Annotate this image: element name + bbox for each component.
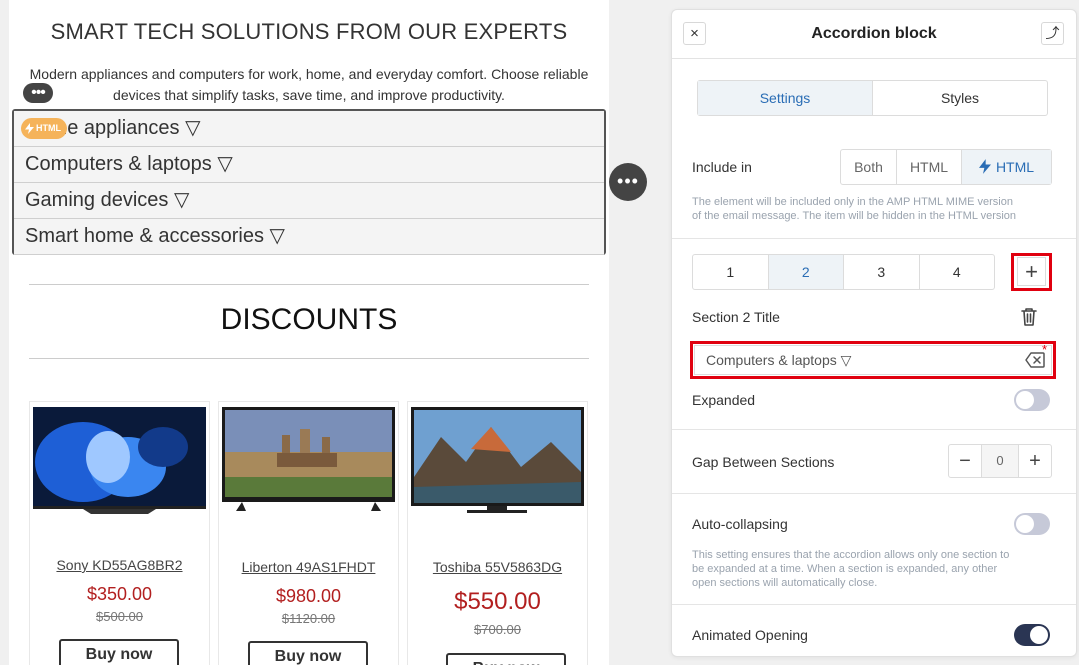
divider [29,358,589,359]
section-title-input[interactable] [694,345,1052,375]
product-card: Toshiba 55V5863DG $550.00 $700.00 Buy no… [407,401,588,665]
accordion-item[interactable]: Computers & laptops ▽ [14,147,604,183]
animated-opening-toggle[interactable] [1014,624,1050,646]
section-divider [672,493,1076,494]
expanded-label: Expanded [692,392,756,408]
product-old-price: $1120.00 [281,611,336,626]
product-price: $980.00 [275,586,342,606]
trash-icon[interactable] [1018,306,1040,328]
buy-now-button[interactable]: Buy now [446,653,566,665]
panel-header: × Accordion block ⤴ [672,10,1076,59]
include-in-selector: Both HTML HTML [840,149,1052,185]
tab-settings[interactable]: Settings [698,81,873,115]
section-tab-1[interactable]: 1 [693,255,769,289]
buy-now-button[interactable]: Buy now [248,641,368,665]
panel-title: Accordion block [811,25,937,42]
product-image [33,407,206,514]
gap-label: Gap Between Sections [692,454,835,470]
auto-hint-line: be expanded at a time. When a section is… [692,563,998,575]
auto-hint-line: This setting ensures that the accordion … [692,549,1010,561]
section-divider [672,238,1076,239]
section-title-field [690,341,1056,379]
product-price: $350.00 [86,584,153,604]
more-options-button[interactable]: ••• [609,163,647,201]
buy-now-button[interactable]: Buy now [59,639,179,665]
divider [29,284,589,285]
accordion-item[interactable]: Gaming devices ▽ [14,183,604,219]
auto-hint-line: open sections will automatically close. [692,577,878,589]
gap-value[interactable]: 0 [981,445,1019,477]
gap-decrease-button[interactable]: − [949,445,981,477]
include-html-option[interactable]: HTML [897,150,962,184]
plus-icon: + [1017,257,1046,286]
move-up-icon[interactable]: ⤴ [1041,22,1064,45]
accordion-block[interactable]: Home appliances ▽ Computers & laptops ▽ … [12,109,606,255]
include-hint-line: The element will be included only in the… [692,196,1013,208]
accordion-item[interactable]: Smart home & accessories ▽ [14,219,604,255]
product-card: Liberton 49AS1FHDT $980.00 $1120.00 Buy … [218,401,399,665]
email-canvas: SMART TECH SOLUTIONS FROM OUR EXPERTS Mo… [9,0,609,665]
section-divider [672,429,1076,430]
accordion-item[interactable]: Home appliances ▽ [14,111,604,147]
product-name-link[interactable]: Toshiba 55V5863DG [408,559,587,575]
product-old-price: $500.00 [96,609,143,624]
toggle-knob [1016,391,1034,409]
product-image [222,407,395,511]
required-mark: * [1042,342,1048,357]
include-amp-html-option[interactable]: HTML [962,150,1051,184]
gap-increase-button[interactable]: + [1019,445,1051,477]
hero-desc-line-1: Modern appliances and computers for work… [29,66,589,82]
section-selector: 1 2 3 4 [692,254,995,290]
panel-tabs: Settings Styles [697,80,1048,116]
auto-collapsing-hint: This setting ensures that the accordion … [692,548,1052,590]
include-hint: The element will be included only in the… [692,195,1052,223]
toggle-knob [1016,515,1034,533]
drag-handle-icon[interactable]: ••• [23,83,53,103]
include-amp-html-label: HTML [995,159,1035,175]
section-tab-2[interactable]: 2 [768,255,844,289]
product-old-price: $700.00 [474,622,521,637]
discounts-title: DISCOUNTS [220,303,398,336]
settings-panel: × Accordion block ⤴ Settings Styles Incl… [671,9,1077,657]
add-section-button[interactable]: + [1011,253,1052,291]
auto-collapsing-label: Auto-collapsing [692,516,788,532]
section-divider [672,604,1076,605]
animated-opening-label: Animated Opening [692,627,808,643]
html-badge: HTML [21,118,67,139]
section-tab-3[interactable]: 3 [844,255,920,289]
product-price: $550.00 [454,588,541,615]
hero-description: Modern appliances and computers for work… [25,64,593,106]
product-card: Sony KD55AG8BR2 $350.00 $500.00 Buy now [29,401,210,665]
lightning-icon [25,123,34,134]
tab-styles[interactable]: Styles [873,81,1047,115]
product-name-link[interactable]: Sony KD55AG8BR2 [30,557,209,573]
hero-desc-line-2: devices that simplify tasks, save time, … [113,87,505,103]
auto-collapsing-toggle[interactable] [1014,513,1050,535]
gap-stepper: − 0 + [948,444,1052,478]
toggle-knob [1030,626,1048,644]
section-tab-4[interactable]: 4 [920,255,995,289]
include-in-label: Include in [692,159,752,175]
section-title-label: Section 2 Title [692,309,780,325]
lightning-icon [978,159,991,174]
hero-title: SMART TECH SOLUTIONS FROM OUR EXPERTS [50,19,568,44]
include-both-option[interactable]: Both [841,150,897,184]
product-image [411,407,584,513]
product-name-link[interactable]: Liberton 49AS1FHDT [219,559,398,575]
html-badge-label: HTML [36,123,61,133]
include-hint-line: of the email message. The item will be h… [692,210,1017,222]
expanded-toggle[interactable] [1014,389,1050,411]
